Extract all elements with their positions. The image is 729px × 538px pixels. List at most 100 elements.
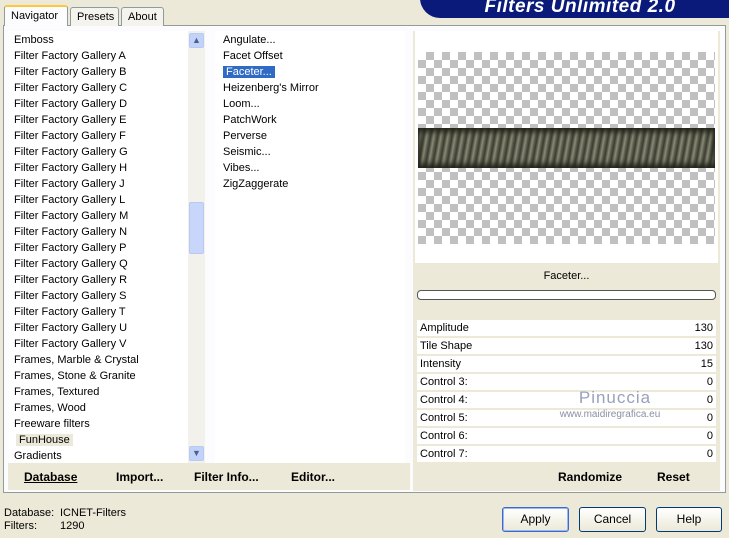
category-label: Filter Factory Gallery Q (14, 258, 128, 270)
category-label: Frames, Marble & Crystal (14, 354, 139, 366)
category-item[interactable]: Filter Factory Gallery A (9, 48, 126, 64)
category-item[interactable]: Filter Factory Gallery L (9, 192, 125, 208)
tab-presets[interactable]: Presets (70, 7, 119, 26)
filters-count-value: 1290 (60, 520, 85, 532)
filter-name-label: Faceter... (543, 270, 590, 282)
category-item[interactable]: Filter Factory Gallery U (9, 320, 127, 336)
filter-item[interactable]: PatchWork (215, 112, 277, 128)
category-label: Frames, Wood (14, 402, 86, 414)
filter-item[interactable]: Vibes... (215, 160, 260, 176)
category-item[interactable]: Filter Factory Gallery D (9, 96, 127, 112)
filter-item[interactable]: Heizenberg's Mirror (215, 80, 319, 96)
category-item[interactable]: Filter Factory Gallery G (9, 144, 128, 160)
filter-label: Perverse (223, 130, 268, 142)
category-label: Filter Factory Gallery J (14, 178, 125, 190)
randomize-button[interactable]: Randomize (558, 470, 622, 484)
watermark-name: Pinuccia (578, 388, 652, 407)
category-label: Filter Factory Gallery M (14, 210, 129, 222)
control-label: Amplitude (420, 322, 469, 334)
control-label: Control 7: (420, 448, 468, 460)
help-button[interactable]: Help (656, 507, 722, 532)
filter-label: PatchWork (223, 114, 277, 126)
category-label: Filter Factory Gallery S (14, 290, 127, 302)
database-button[interactable]: Database (24, 470, 77, 484)
scroll-down-icon[interactable]: ▼ (189, 446, 204, 461)
import-button[interactable]: Import... (116, 470, 163, 484)
category-item[interactable]: Frames, Textured (9, 384, 99, 400)
category-label: Filter Factory Gallery B (14, 66, 127, 78)
category-item[interactable]: Filter Factory Gallery F (9, 128, 126, 144)
scroll-thumb[interactable] (189, 202, 204, 254)
category-item[interactable]: Filter Factory Gallery S (9, 288, 126, 304)
category-item[interactable]: Filter Factory Gallery P (9, 240, 126, 256)
control-label: Control 5: (420, 412, 468, 424)
category-item[interactable]: Filter Factory Gallery Q (9, 256, 128, 272)
category-label: Frames, Textured (14, 386, 100, 398)
control-slider[interactable]: Tile Shape 130 (417, 338, 716, 355)
category-item[interactable]: Filter Factory Gallery C (9, 80, 127, 96)
category-item[interactable]: Filter Factory Gallery V (9, 336, 126, 352)
category-label: Filter Factory Gallery E (14, 114, 127, 126)
preview-effect-band (418, 128, 715, 168)
category-item[interactable]: Frames, Stone & Granite (9, 368, 136, 384)
filter-label: Loom... (223, 98, 260, 110)
filter-item[interactable]: Seismic... (215, 144, 271, 160)
filter-item[interactable]: Facet Offset (215, 48, 283, 64)
app-banner: Filters Unlimited 2.0 (420, 0, 729, 18)
control-slider[interactable]: Amplitude 130 (417, 320, 716, 337)
filter-label: Vibes... (223, 162, 260, 174)
category-item[interactable]: FunHouse (9, 432, 73, 448)
database-label: Database: (4, 507, 55, 519)
category-item[interactable]: Filter Factory Gallery B (9, 64, 126, 80)
control-slider[interactable]: Intensity 15 (417, 356, 716, 373)
category-item[interactable]: Gradients (9, 448, 62, 463)
category-item[interactable]: Filter Factory Gallery M (9, 208, 128, 224)
category-label: Filter Factory Gallery D (14, 98, 128, 110)
filter-item[interactable]: Angulate... (215, 32, 276, 48)
control-value: 130 (694, 340, 713, 352)
category-label: Filter Factory Gallery A (14, 50, 126, 62)
control-value: 15 (700, 358, 713, 370)
filter-item[interactable]: Loom... (215, 96, 260, 112)
control-label: Tile Shape (420, 340, 473, 352)
tab-about[interactable]: About (121, 7, 164, 26)
category-item[interactable]: Frames, Marble & Crystal (9, 352, 139, 368)
filter-list[interactable]: Angulate... Facet Offset Faceter... Heizenb… (215, 31, 405, 463)
category-item[interactable]: Freeware filters (9, 416, 90, 432)
filter-info-button[interactable]: Filter Info... (194, 470, 259, 484)
reset-button[interactable]: Reset (657, 470, 690, 484)
filter-item[interactable]: Faceter... (215, 64, 275, 80)
control-slider[interactable]: Control 6: 0 (417, 428, 716, 445)
scroll-up-icon[interactable]: ▲ (189, 33, 204, 48)
category-item[interactable]: Filter Factory Gallery R (9, 272, 127, 288)
category-label: Filter Factory Gallery L (14, 194, 126, 206)
filter-item[interactable]: Perverse (215, 128, 267, 144)
category-scrollbar[interactable]: ▲ ▼ (188, 31, 205, 463)
category-item[interactable]: Emboss (9, 32, 54, 48)
control-value: 0 (706, 448, 713, 460)
filter-item[interactable]: ZigZaggerate (215, 176, 288, 192)
category-label: Filter Factory Gallery T (14, 306, 126, 318)
category-label: Filter Factory Gallery F (14, 130, 126, 142)
category-item[interactable]: Filter Factory Gallery N (9, 224, 127, 240)
category-label: Filter Factory Gallery P (14, 242, 127, 254)
apply-button[interactable]: Apply (502, 507, 569, 532)
category-list[interactable]: Emboss Filter Factory Gallery A Filter Fac… (9, 31, 189, 463)
editor-button[interactable]: Editor... (291, 470, 335, 484)
database-value: ICNET-Filters (60, 507, 126, 519)
category-item[interactable]: Filter Factory Gallery H (9, 160, 127, 176)
filter-label: Angulate... (223, 34, 276, 46)
filter-label: Facet Offset (223, 50, 283, 62)
category-label: FunHouse (16, 434, 73, 446)
category-label: Filter Factory Gallery G (14, 146, 128, 158)
tab-navigator[interactable]: Navigator (4, 5, 68, 26)
category-item[interactable]: Filter Factory Gallery E (9, 112, 126, 128)
control-slider[interactable]: Control 7: 0 (417, 446, 716, 463)
category-label: Filter Factory Gallery C (14, 82, 128, 94)
filter-label: Heizenberg's Mirror (223, 82, 319, 94)
category-item[interactable]: Filter Factory Gallery T (9, 304, 126, 320)
category-item[interactable]: Frames, Wood (9, 400, 86, 416)
cancel-button[interactable]: Cancel (579, 507, 646, 532)
category-label: Freeware filters (14, 418, 90, 430)
category-item[interactable]: Filter Factory Gallery J (9, 176, 125, 192)
